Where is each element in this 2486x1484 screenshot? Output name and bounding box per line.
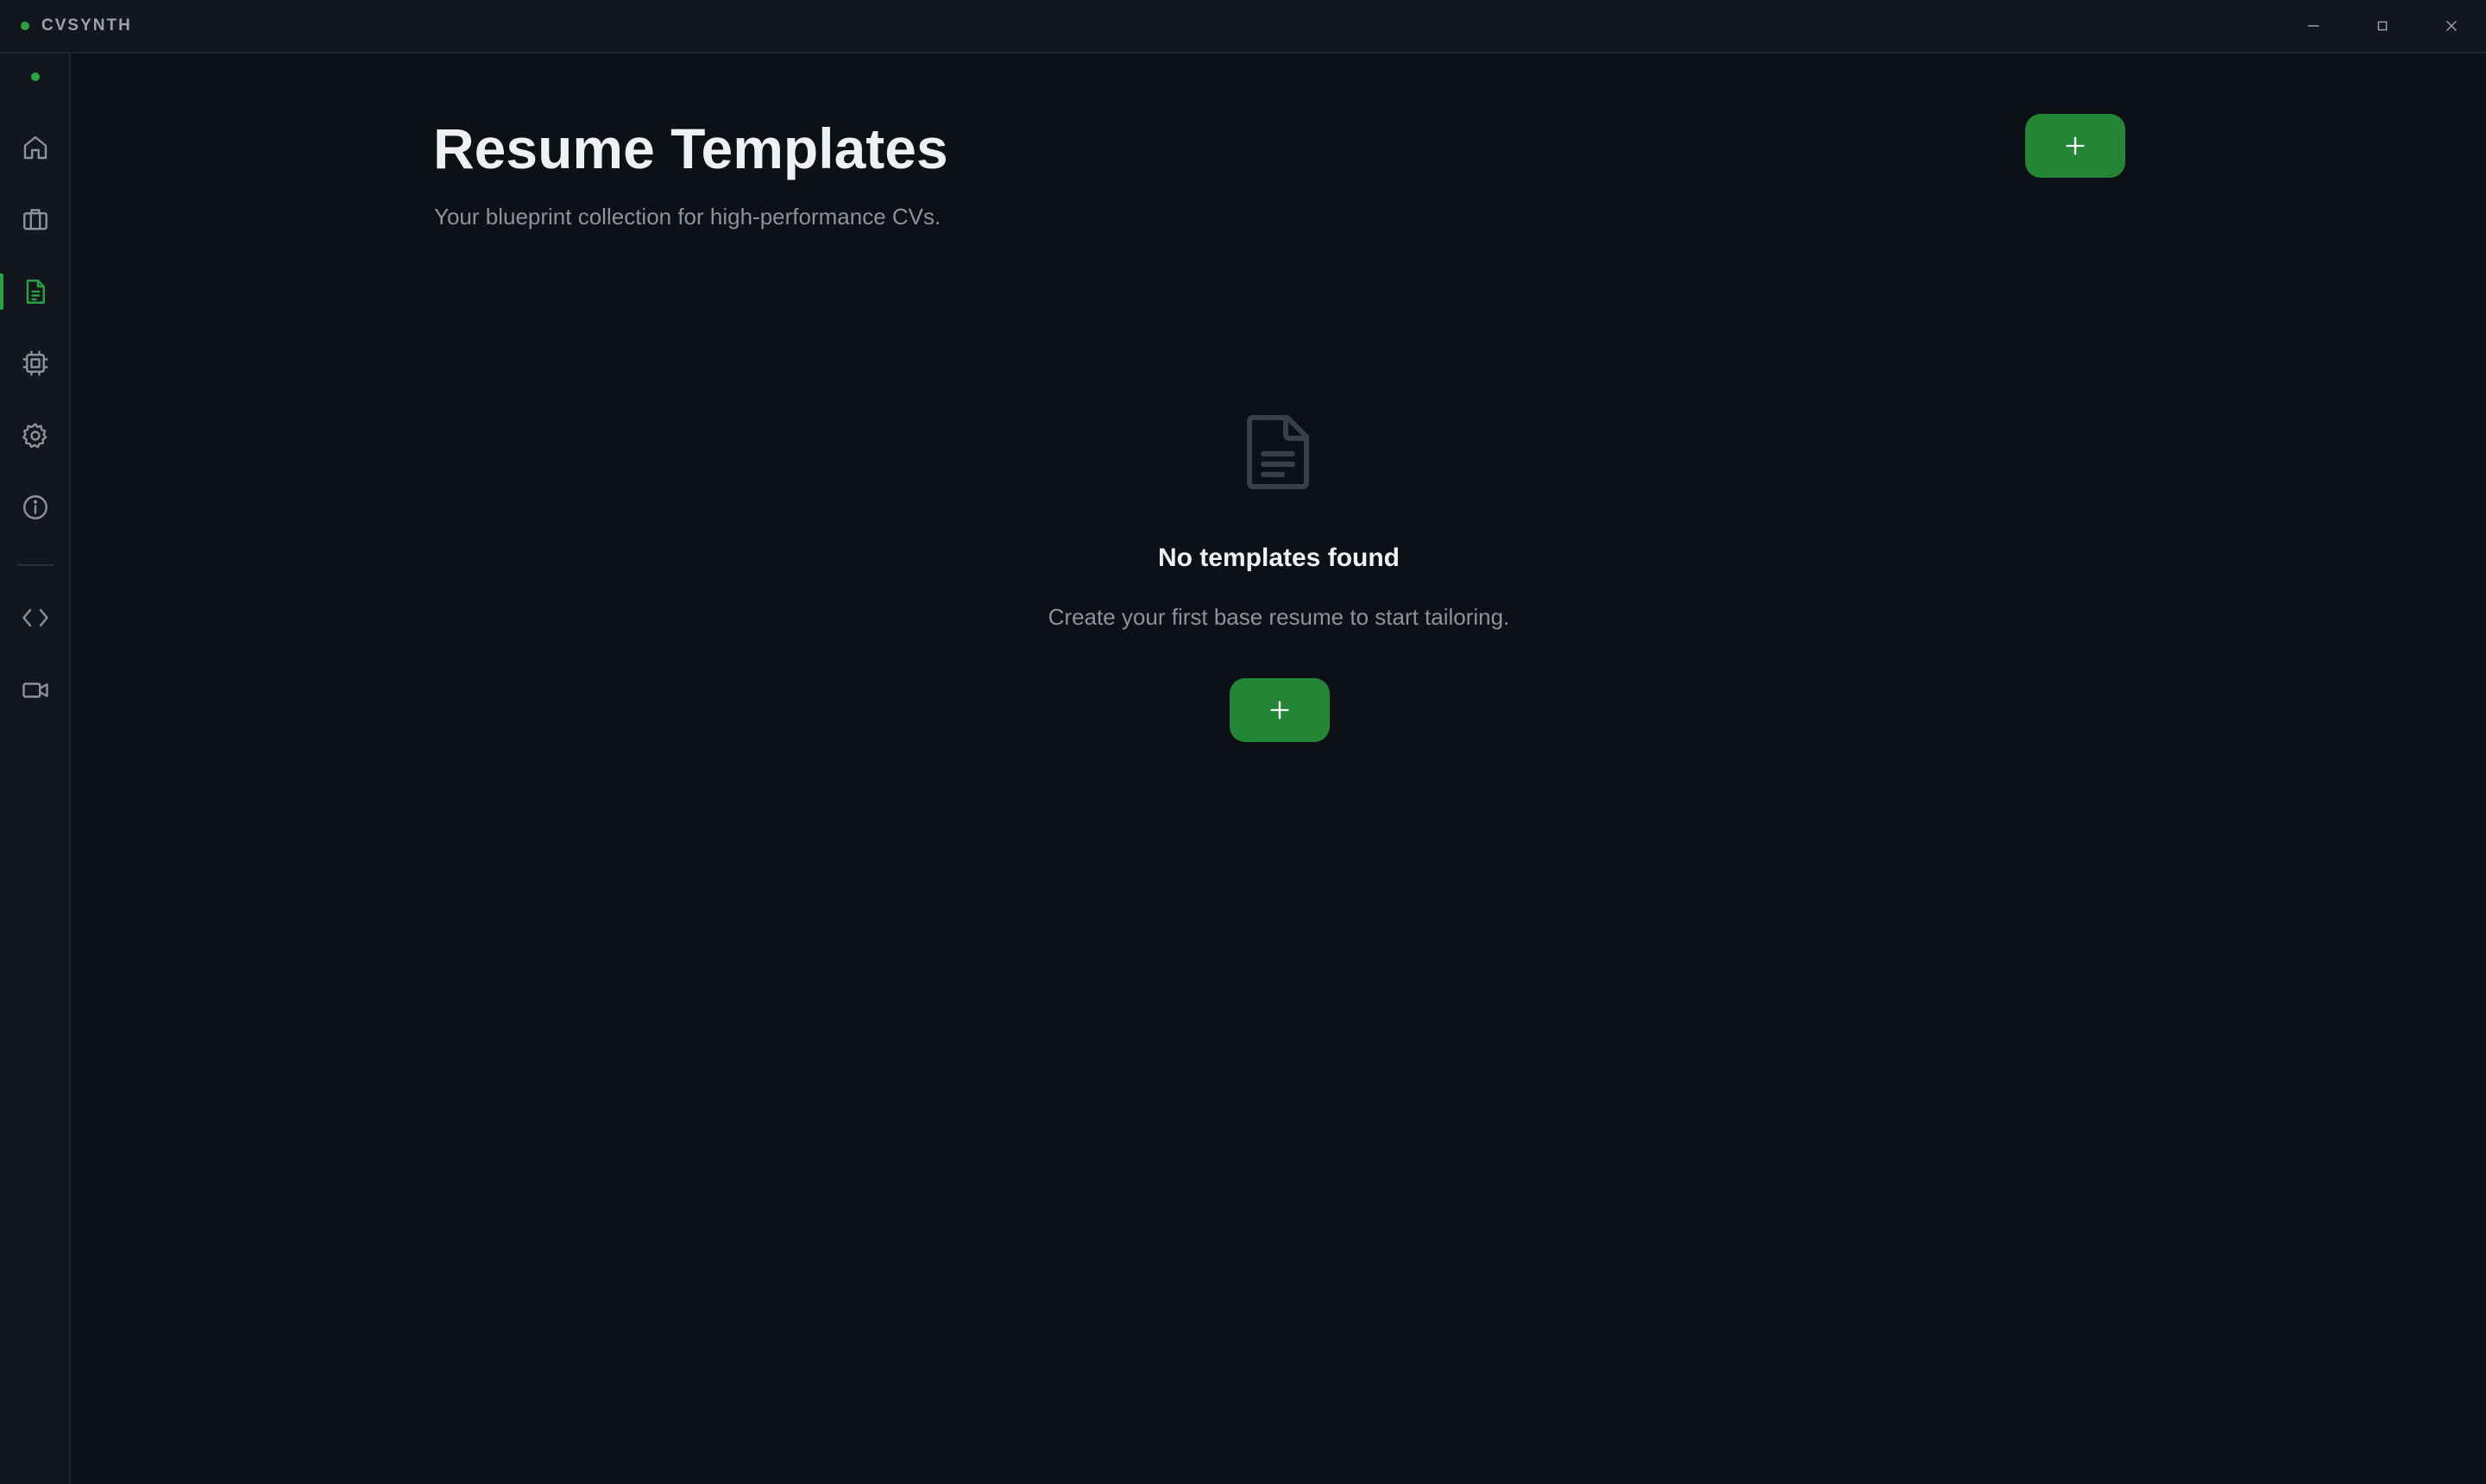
- close-icon: [2445, 20, 2458, 32]
- home-icon: [23, 135, 47, 160]
- code-icon: [22, 608, 48, 627]
- app-status-dot: [21, 22, 29, 30]
- create-template-button[interactable]: [1230, 678, 1330, 742]
- gear-icon: [22, 423, 47, 449]
- document-icon: [26, 280, 45, 304]
- plus-icon: [1270, 701, 1289, 720]
- app-name: CVSYNTH: [41, 16, 132, 35]
- sidebar-item-ai[interactable]: [0, 333, 71, 393]
- info-icon: [23, 495, 47, 519]
- cpu-chip-icon: [22, 350, 48, 376]
- empty-state: No templates found Create your first bas…: [934, 414, 1624, 631]
- maximize-button[interactable]: [2348, 0, 2417, 52]
- sidebar: [0, 53, 71, 1484]
- minimize-button[interactable]: [2279, 0, 2348, 52]
- close-button[interactable]: [2417, 0, 2486, 52]
- sidebar-item-home[interactable]: [0, 117, 71, 178]
- minimize-icon: [2307, 25, 2319, 27]
- page-subtitle: Your blueprint collection for high-perfo…: [434, 204, 941, 230]
- empty-state-title: No templates found: [1157, 544, 1400, 572]
- video-icon: [22, 682, 48, 698]
- file-text-icon: [1247, 415, 1309, 489]
- title-bar: CVSYNTH: [0, 0, 2486, 53]
- sidebar-item-about[interactable]: [0, 477, 71, 538]
- page-title: Resume Templates: [433, 116, 948, 180]
- maximize-icon: [2377, 21, 2388, 31]
- plus-icon: [2066, 136, 2085, 155]
- add-template-button[interactable]: [2025, 114, 2125, 178]
- sidebar-item-jobs[interactable]: [0, 189, 71, 249]
- window-controls: [2279, 0, 2486, 52]
- briefcase-icon: [23, 209, 47, 230]
- sidebar-item-developer[interactable]: [0, 588, 71, 648]
- sidebar-item-settings[interactable]: [0, 406, 71, 466]
- empty-state-text: Create your first base resume to start t…: [1048, 604, 1510, 630]
- sidebar-item-templates[interactable]: [0, 261, 71, 322]
- sidebar-divider: [17, 564, 53, 566]
- connection-status-dot: [31, 72, 40, 81]
- sidebar-item-recording[interactable]: [0, 660, 71, 720]
